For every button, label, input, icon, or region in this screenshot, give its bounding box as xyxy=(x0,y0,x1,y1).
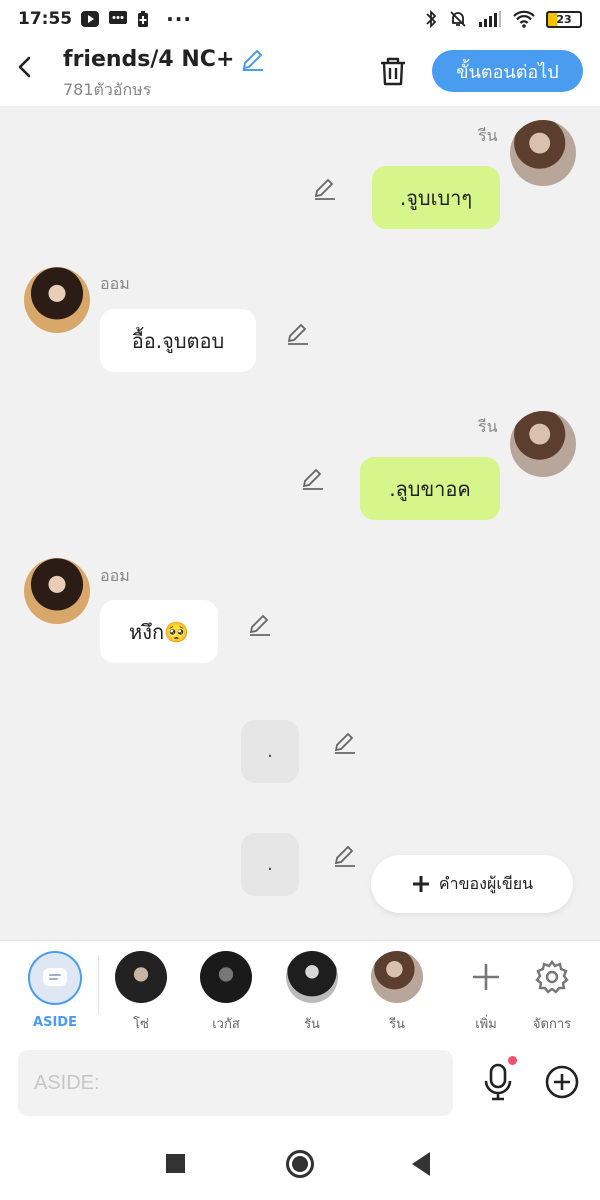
sender-name: รีน xyxy=(478,417,498,436)
title-row: friends/4 NC+ xyxy=(63,46,266,72)
mute-bell-icon xyxy=(450,11,466,27)
add-character-button[interactable]: เพิ่ม xyxy=(456,951,516,1034)
plus-icon xyxy=(412,876,429,892)
character-label: รัน xyxy=(304,1017,320,1032)
sender-name: ออม xyxy=(100,274,130,293)
character-label: เวกัส xyxy=(212,1017,240,1032)
gear-icon xyxy=(535,960,569,994)
battery-saver-icon xyxy=(138,11,149,27)
avatar xyxy=(286,951,338,1003)
message-input[interactable] xyxy=(18,1050,453,1116)
message-icon xyxy=(109,11,128,24)
manage-characters-button[interactable]: จัดการ xyxy=(522,951,582,1034)
message-bubble[interactable]: อื้อ.จูบตอบ xyxy=(100,309,256,372)
signal-icon xyxy=(479,11,501,27)
screen-record-icon xyxy=(81,11,100,27)
more-notifications-icon: ··· xyxy=(166,7,192,31)
add-media-button[interactable] xyxy=(544,1064,580,1100)
battery-icon: 23 xyxy=(546,10,582,28)
next-step-button[interactable]: ขั้นตอนต่อไป xyxy=(432,50,583,92)
avatar xyxy=(371,951,423,1003)
notification-dot xyxy=(508,1056,517,1065)
microphone-icon xyxy=(484,1063,512,1101)
narration-bubble[interactable]: . xyxy=(241,720,299,783)
edit-pencil-icon[interactable] xyxy=(285,321,311,347)
avatar xyxy=(200,951,252,1003)
character-item[interactable]: โซ่ xyxy=(111,951,171,1034)
character-item[interactable]: รัน xyxy=(282,951,342,1034)
author-note-button[interactable]: คำของผู้เขียน xyxy=(371,855,573,913)
character-item[interactable]: เวกัส xyxy=(196,951,256,1034)
edit-title-icon[interactable] xyxy=(240,46,266,72)
character-bar: ASIDE โซ่ เวกัส รัน รีน เพิ่ม จัดการ xyxy=(0,940,600,1038)
status-bar: 17:55 ··· 23 xyxy=(0,0,600,38)
back-icon xyxy=(18,56,31,78)
character-label: รีน xyxy=(389,1017,405,1032)
add-circle-icon xyxy=(545,1065,579,1099)
edit-pencil-icon[interactable] xyxy=(312,176,338,202)
character-aside[interactable]: ASIDE xyxy=(25,951,85,1030)
system-nav-bar xyxy=(0,1130,600,1200)
avatar[interactable] xyxy=(510,120,576,186)
avatar xyxy=(115,951,167,1003)
divider xyxy=(98,955,99,1015)
wifi-icon xyxy=(513,10,535,28)
narration-bubble[interactable]: . xyxy=(241,833,299,896)
edit-pencil-icon[interactable] xyxy=(247,612,273,638)
manage-label: จัดการ xyxy=(532,1017,572,1032)
edit-pencil-icon[interactable] xyxy=(332,730,358,756)
character-label: ASIDE xyxy=(33,1015,77,1030)
avatar[interactable] xyxy=(24,558,90,624)
avatar[interactable] xyxy=(510,411,576,477)
trash-icon xyxy=(381,57,405,86)
add-label: เพิ่ม xyxy=(475,1017,497,1032)
author-note-label: คำของผู้เขียน xyxy=(438,873,534,893)
plus-icon xyxy=(473,964,499,990)
voice-button[interactable] xyxy=(481,1062,515,1102)
sender-name: รีน xyxy=(478,126,498,145)
edit-pencil-icon[interactable] xyxy=(300,466,326,492)
avatar[interactable] xyxy=(24,267,90,333)
aside-avatar xyxy=(28,951,82,1005)
edit-pencil-icon[interactable] xyxy=(332,843,358,869)
story-title: friends/4 NC+ xyxy=(63,46,235,72)
chat-area: รีน .จูบเบาๆ ออม อื้อ.จูบตอบ รีน .ลูบขาอ… xyxy=(0,106,600,940)
character-label: โซ่ xyxy=(133,1017,149,1032)
character-item[interactable]: รีน xyxy=(367,951,427,1034)
message-bubble[interactable]: .ลูบขาอค xyxy=(360,457,500,520)
message-bubble[interactable]: .จูบเบาๆ xyxy=(372,166,500,229)
message-bubble[interactable]: หงึก🥺 xyxy=(100,600,218,663)
back-button[interactable] xyxy=(10,52,40,82)
battery-level: 23 xyxy=(556,12,572,26)
delete-button[interactable] xyxy=(376,54,410,88)
home-button[interactable] xyxy=(286,1150,314,1178)
system-back-button[interactable] xyxy=(412,1152,430,1176)
sender-name: ออม xyxy=(100,566,130,585)
character-count: 781ตัวอักษร xyxy=(63,80,152,99)
composer-bar xyxy=(0,1038,600,1130)
status-time: 17:55 xyxy=(18,9,73,29)
chat-bubble-icon xyxy=(43,968,67,986)
bluetooth-icon xyxy=(426,9,437,29)
recents-button[interactable] xyxy=(166,1154,185,1173)
header: friends/4 NC+ 781ตัวอักษร ขั้นตอนต่อไป xyxy=(0,38,600,106)
